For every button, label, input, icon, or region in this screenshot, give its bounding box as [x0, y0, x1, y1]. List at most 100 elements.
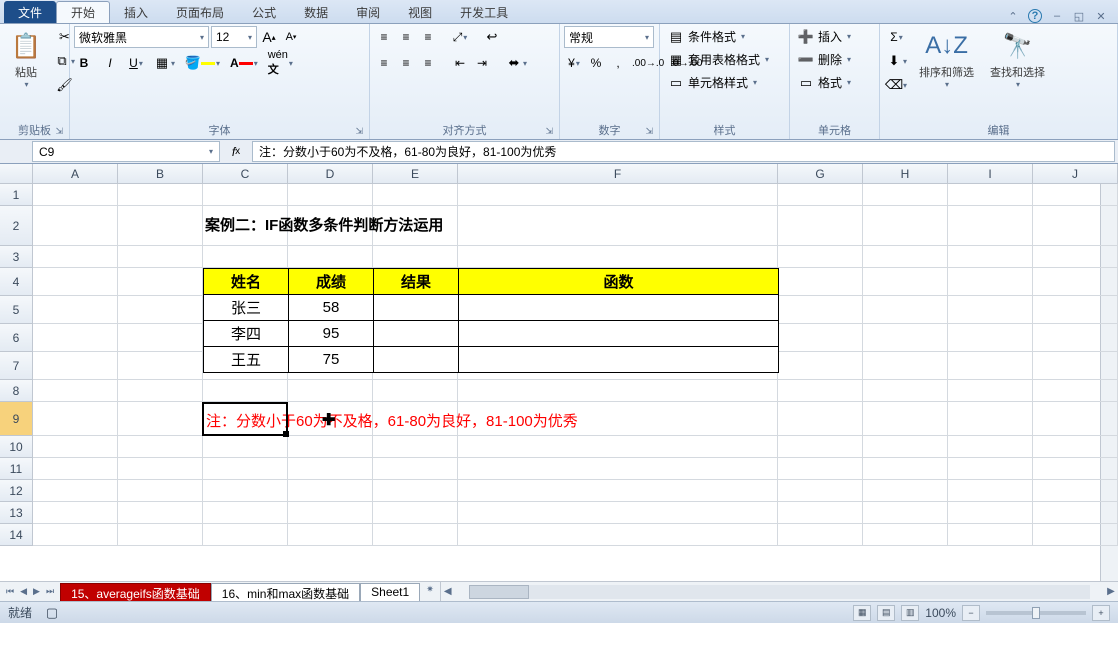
row-header[interactable]: 12: [0, 480, 33, 502]
launcher-icon[interactable]: ⇲: [545, 126, 553, 137]
help-icon[interactable]: ?: [1028, 9, 1042, 23]
percent-button[interactable]: %: [586, 52, 606, 74]
scroll-left-button[interactable]: ◀: [441, 586, 455, 597]
name-box[interactable]: C9▾: [32, 141, 220, 162]
cell-score[interactable]: 58: [289, 295, 374, 321]
decrease-font-button[interactable]: A▾: [281, 26, 301, 48]
italic-button[interactable]: I: [100, 52, 120, 74]
scroll-right-button[interactable]: ▶: [1104, 586, 1118, 597]
window-close-icon[interactable]: ✕: [1094, 9, 1108, 23]
header-func[interactable]: 函数: [459, 269, 779, 295]
align-left-button[interactable]: ≡: [374, 52, 394, 74]
paste-button[interactable]: 📋 粘贴 ▾: [4, 26, 48, 93]
header-result[interactable]: 结果: [374, 269, 459, 295]
sort-filter-button[interactable]: A↓Z 排序和筛选 ▾: [913, 26, 980, 93]
underline-button[interactable]: U▾: [126, 52, 146, 74]
row-header[interactable]: 13: [0, 502, 33, 524]
font-size-combo[interactable]: 12▾: [211, 26, 257, 48]
cells-canvas[interactable]: 案例二：IF函数多条件判断方法运用 姓名 成绩 结果 函数 张三 58: [33, 184, 1100, 581]
font-color-button[interactable]: A▾: [228, 52, 260, 74]
cell-score[interactable]: 95: [289, 321, 374, 347]
select-all-corner[interactable]: [0, 164, 33, 183]
column-header[interactable]: H: [863, 164, 948, 183]
decrease-indent-button[interactable]: ⇤: [450, 52, 470, 74]
clear-button[interactable]: ⌫▾: [884, 74, 909, 96]
format-cells-button[interactable]: ▭格式▾: [794, 72, 855, 93]
increase-indent-button[interactable]: ⇥: [472, 52, 492, 74]
sheet-tab[interactable]: 16、min和max函数基础: [211, 583, 360, 601]
tab-insert[interactable]: 插入: [110, 1, 162, 23]
row-header[interactable]: 5: [0, 296, 33, 324]
tab-view[interactable]: 视图: [394, 1, 446, 23]
row-header[interactable]: 4: [0, 268, 33, 296]
column-header[interactable]: A: [33, 164, 118, 183]
zoom-in-button[interactable]: +: [1092, 605, 1110, 621]
note-text[interactable]: 注：分数小于60为不及格，61-80为良好，81-100为优秀: [206, 410, 578, 431]
column-header[interactable]: E: [373, 164, 458, 183]
column-header[interactable]: F: [458, 164, 778, 183]
conditional-format-button[interactable]: ▤条件格式▾: [664, 26, 749, 47]
align-top-button[interactable]: ≡: [374, 26, 394, 48]
row-header[interactable]: 2: [0, 206, 33, 246]
align-center-button[interactable]: ≡: [396, 52, 416, 74]
row-header[interactable]: 9: [0, 402, 33, 436]
bold-button[interactable]: B: [74, 52, 94, 74]
table-format-button[interactable]: ▦套用表格格式▾: [664, 49, 773, 70]
cell-func[interactable]: [459, 347, 779, 373]
last-sheet-button[interactable]: ⏭: [44, 586, 56, 597]
first-sheet-button[interactable]: ⏮: [4, 586, 16, 597]
row-header[interactable]: 3: [0, 246, 33, 268]
comma-button[interactable]: ,: [608, 52, 628, 74]
cell-result[interactable]: [374, 321, 459, 347]
launcher-icon[interactable]: ⇲: [355, 126, 363, 137]
insert-cells-button[interactable]: ➕插入▾: [794, 26, 855, 47]
borders-button[interactable]: ▦▾: [152, 52, 177, 74]
pagelayout-view-button[interactable]: ▤: [877, 605, 895, 621]
horizontal-scrollbar[interactable]: ◀ ▶: [440, 582, 1118, 601]
row-header[interactable]: 14: [0, 524, 33, 546]
font-name-combo[interactable]: 微软雅黑▾: [74, 26, 209, 48]
row-header[interactable]: 6: [0, 324, 33, 352]
tab-developer[interactable]: 开发工具: [446, 1, 522, 23]
align-right-button[interactable]: ≡: [418, 52, 438, 74]
cell-func[interactable]: [459, 321, 779, 347]
column-header[interactable]: I: [948, 164, 1033, 183]
cell-result[interactable]: [374, 295, 459, 321]
phonetic-button[interactable]: wén文▾: [266, 52, 295, 74]
sheet-tab[interactable]: Sheet1: [360, 583, 420, 601]
tab-data[interactable]: 数据: [290, 1, 342, 23]
increase-font-button[interactable]: A▴: [259, 26, 279, 48]
column-header[interactable]: C: [203, 164, 288, 183]
window-min-icon[interactable]: –: [1050, 9, 1064, 23]
fx-icon[interactable]: fx: [226, 141, 246, 163]
prev-sheet-button[interactable]: ◀: [18, 586, 29, 597]
row-header[interactable]: 7: [0, 352, 33, 380]
tab-formulas[interactable]: 公式: [238, 1, 290, 23]
minimize-ribbon-icon[interactable]: ⌃: [1006, 9, 1020, 23]
formula-input[interactable]: 注：分数小于60为不及格，61-80为良好，81-100为优秀: [252, 141, 1115, 162]
tab-page-layout[interactable]: 页面布局: [162, 1, 238, 23]
orientation-button[interactable]: ⤢▾: [450, 26, 470, 48]
macro-record-icon[interactable]: ▢: [44, 605, 60, 621]
autosum-button[interactable]: Σ▾: [884, 26, 909, 48]
tab-home[interactable]: 开始: [56, 1, 110, 23]
hscroll-thumb[interactable]: [469, 585, 529, 599]
row-header[interactable]: 1: [0, 184, 33, 206]
normal-view-button[interactable]: ▦: [853, 605, 871, 621]
pagebreak-view-button[interactable]: ▥: [901, 605, 919, 621]
merge-button[interactable]: ⬌▾: [504, 52, 529, 74]
launcher-icon[interactable]: ⇲: [645, 126, 653, 137]
next-sheet-button[interactable]: ▶: [31, 586, 42, 597]
column-header[interactable]: G: [778, 164, 863, 183]
column-header[interactable]: J: [1033, 164, 1118, 183]
tab-review[interactable]: 审阅: [342, 1, 394, 23]
fill-color-button[interactable]: 🪣▾: [183, 52, 222, 74]
window-restore-icon[interactable]: ◱: [1072, 9, 1086, 23]
row-header[interactable]: 8: [0, 380, 33, 402]
cell-func[interactable]: [459, 295, 779, 321]
tab-file[interactable]: 文件: [4, 1, 56, 23]
find-select-button[interactable]: 🔭 查找和选择 ▾: [984, 26, 1051, 93]
number-format-combo[interactable]: 常规▾: [564, 26, 654, 48]
sheet-tab-active[interactable]: 15、averageifs函数基础: [60, 583, 211, 601]
cell-score[interactable]: 75: [289, 347, 374, 373]
